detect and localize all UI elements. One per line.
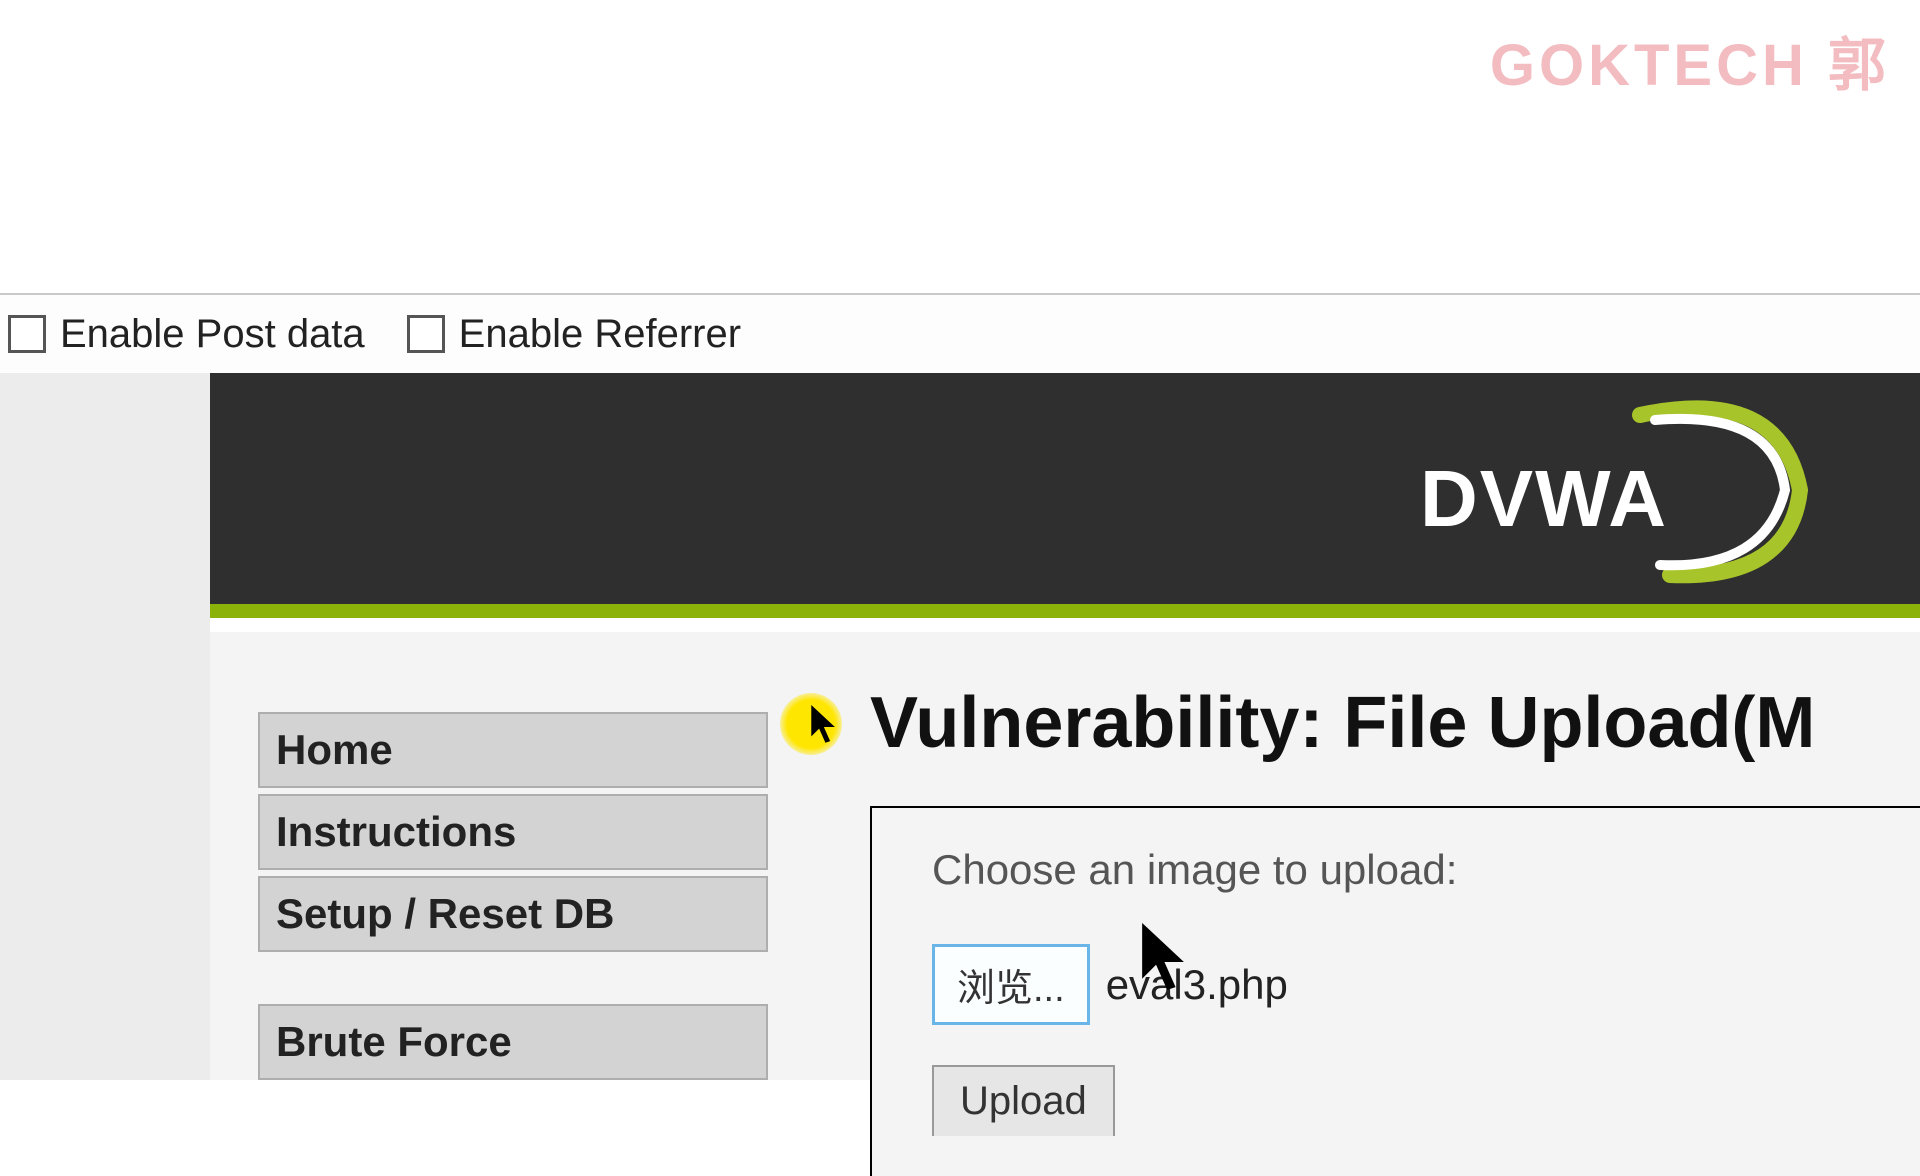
devtools-toolbar: Enable Post data Enable Referrer [0, 293, 1920, 373]
page-title: Vulnerability: File Upload(M [870, 682, 1920, 764]
sidebar: Home Instructions Setup / Reset DB Brute… [210, 632, 810, 1080]
checkbox-icon [407, 315, 445, 353]
enable-referrer-label: Enable Referrer [459, 312, 741, 357]
browse-button[interactable]: 浏览... [932, 944, 1090, 1025]
sidebar-item-bruteforce[interactable]: Brute Force [258, 1004, 768, 1080]
enable-referrer-checkbox[interactable]: Enable Referrer [407, 312, 741, 357]
upload-button[interactable]: Upload [932, 1065, 1115, 1136]
upload-form: Choose an image to upload: 浏览... eval3.p… [870, 806, 1920, 1176]
dvwa-logo: DVWA [1420, 401, 1740, 581]
app-header: DVWA [210, 373, 1920, 618]
enable-post-data-checkbox[interactable]: Enable Post data [8, 312, 365, 357]
watermark-text: GOKTECH 郭 [1490, 18, 1890, 102]
enable-post-label: Enable Post data [60, 312, 365, 357]
main-column: Vulnerability: File Upload(M Choose an i… [810, 632, 1920, 1080]
sidebar-item-instructions[interactable]: Instructions [258, 794, 768, 870]
page-background: DVWA Home Instructions Setup / Reset DB … [0, 373, 1920, 1080]
sidebar-item-home[interactable]: Home [258, 712, 768, 788]
sidebar-gap [258, 958, 762, 1004]
file-input-row: 浏览... eval3.php [932, 944, 1860, 1025]
app-container: DVWA Home Instructions Setup / Reset DB … [210, 373, 1920, 1080]
content-wrap: Home Instructions Setup / Reset DB Brute… [210, 632, 1920, 1080]
sidebar-item-setup[interactable]: Setup / Reset DB [258, 876, 768, 952]
selected-filename: eval3.php [1106, 961, 1288, 1009]
checkbox-icon [8, 315, 46, 353]
dvwa-swoosh-icon [1610, 395, 1810, 585]
upload-prompt: Choose an image to upload: [932, 846, 1860, 894]
